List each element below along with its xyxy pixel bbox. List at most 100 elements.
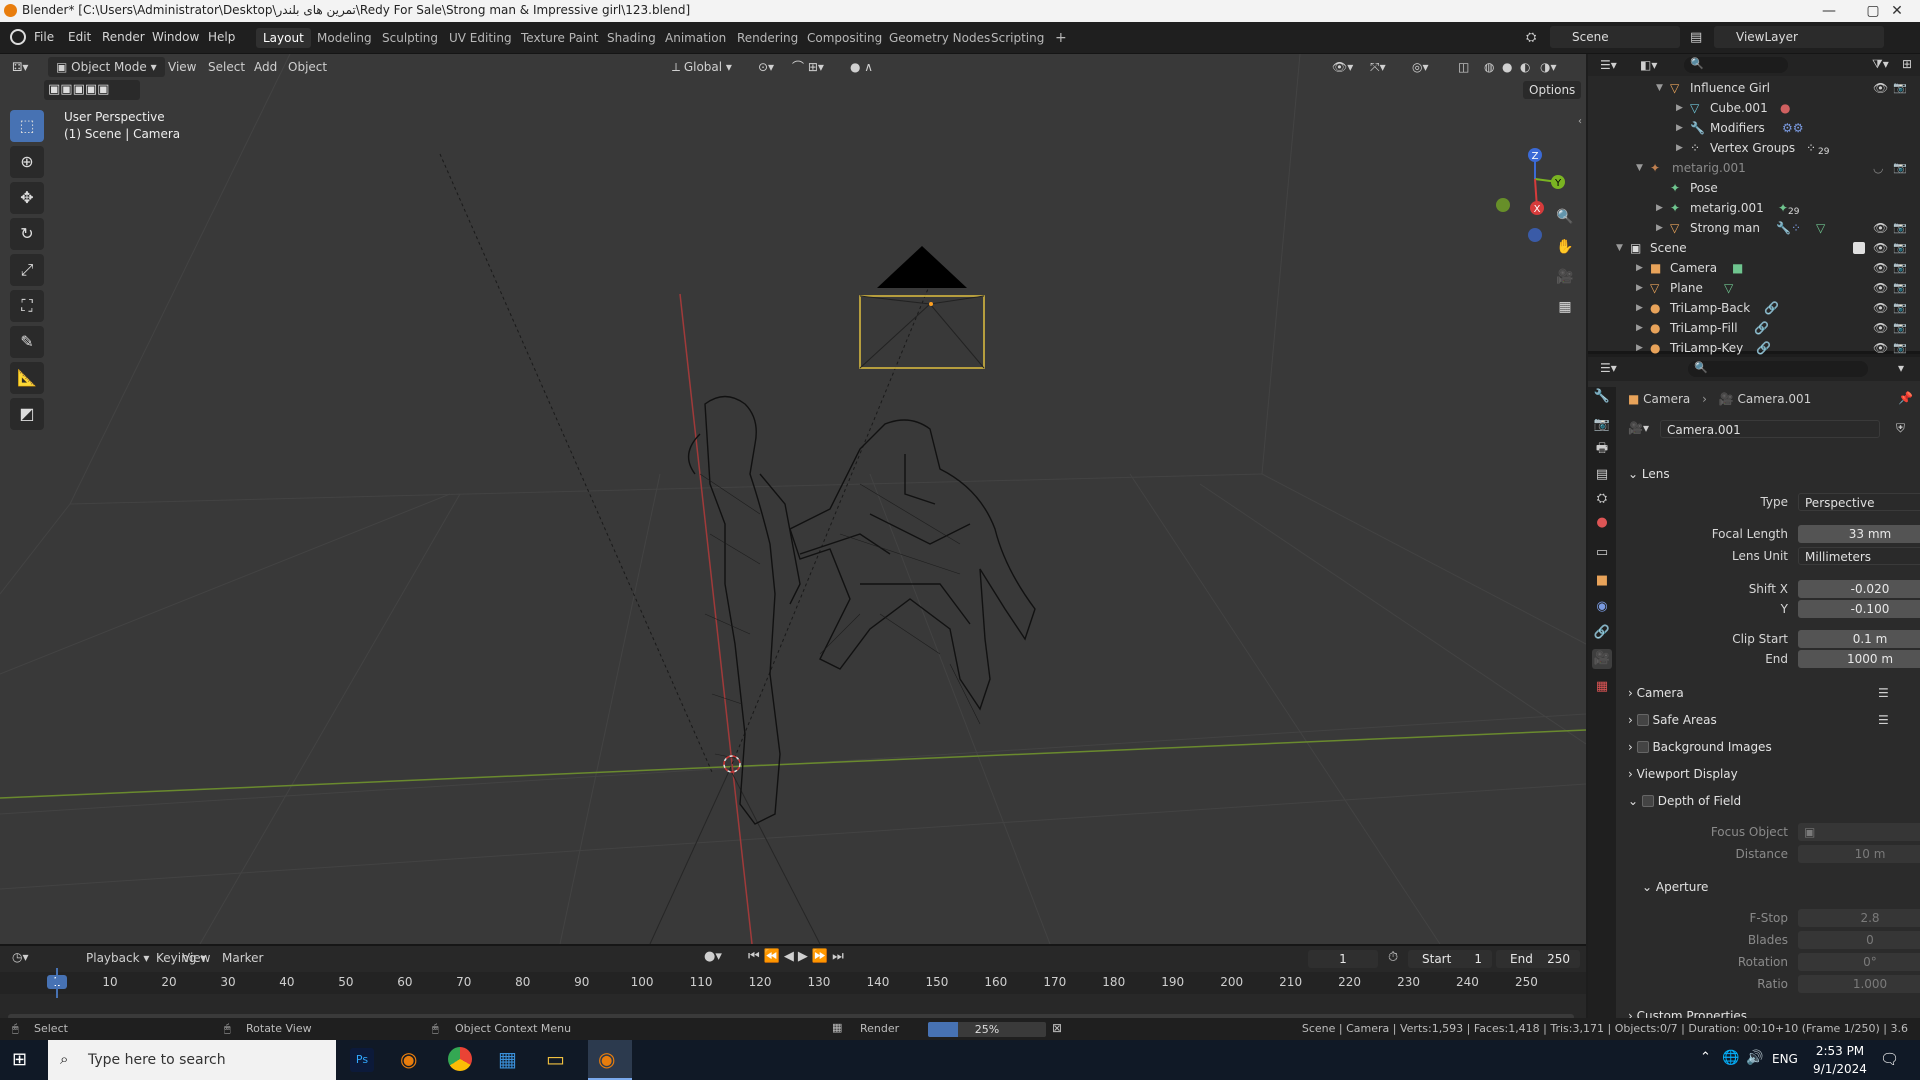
tab-compositing[interactable]: Compositing — [800, 28, 889, 48]
tab-rendering[interactable]: Rendering — [730, 28, 805, 48]
eye-hidden-icon[interactable]: ◡ — [1873, 158, 1883, 178]
eye-icon[interactable]: 👁 — [1873, 258, 1888, 278]
collection-checkbox[interactable] — [1853, 242, 1865, 254]
render-camera-icon[interactable]: 📷 — [1893, 78, 1907, 98]
collection-tab-icon[interactable]: ▭ — [1592, 543, 1612, 563]
display-mode-icon[interactable]: ◧▾ — [1640, 58, 1657, 72]
outliner-item-camera[interactable]: ▶ ■ Camera ■ 👁 📷 — [1588, 258, 1920, 278]
photoshop-app-icon[interactable]: Ps — [350, 1048, 374, 1072]
object-tab-icon[interactable]: ■ — [1592, 571, 1612, 591]
render-camera-icon[interactable]: 📷 — [1893, 258, 1907, 278]
filter-icon[interactable]: ⧩▾ — [1872, 57, 1889, 72]
3d-viewport[interactable]: ⚃▾ ▣ Object Mode ▾ View Select Add Objec… — [0, 54, 1586, 944]
taskbar-search-box[interactable]: ⌕ Type here to search — [48, 1040, 336, 1080]
clip-start-field[interactable]: 0.1 m — [1798, 630, 1920, 648]
viewport-menu-select[interactable]: Select — [208, 57, 245, 77]
add-workspace-button[interactable]: + — [1048, 28, 1074, 48]
viewport-display-section-header[interactable]: › Viewport Display — [1628, 763, 1738, 785]
outliner-editor-icon[interactable]: ☰▾ — [1600, 58, 1617, 72]
start-frame-field[interactable]: Start 1 — [1408, 950, 1492, 968]
overlay-toggle-icon[interactable]: ◎▾ — [1412, 57, 1429, 77]
mode-selector[interactable]: ▣ Object Mode ▾ — [48, 57, 165, 77]
outliner-item-trilamp-fill[interactable]: ▶ ● TriLamp-Fill 🔗 👁 📷 — [1588, 318, 1920, 338]
view-layer-tab-icon[interactable]: ▤ — [1592, 465, 1612, 485]
viewport-menu-view[interactable]: View — [168, 57, 196, 77]
render-camera-icon[interactable]: 📷 — [1893, 158, 1907, 178]
fake-user-shield-icon[interactable]: ⛨ — [1896, 421, 1905, 436]
end-frame-field[interactable]: End 250 — [1496, 950, 1580, 968]
blender-app-icon[interactable]: ◉ — [400, 1047, 417, 1071]
ortho-toggle-icon[interactable]: ▦ — [1552, 294, 1578, 320]
tab-geometry-nodes[interactable]: Geometry Nodes — [882, 28, 997, 48]
menu-help[interactable]: Help — [208, 30, 235, 44]
viewport-menu-add[interactable]: Add — [254, 57, 277, 77]
properties-options-icon[interactable]: ▾ — [1898, 361, 1904, 375]
background-images-checkbox[interactable] — [1636, 741, 1649, 753]
tab-texture-paint[interactable]: Texture Paint — [514, 28, 605, 48]
shift-y-field[interactable]: -0.100 — [1798, 600, 1920, 618]
render-camera-icon[interactable]: 📷 — [1893, 298, 1907, 318]
tab-animation[interactable]: Animation — [658, 28, 733, 48]
tab-sculpting[interactable]: Sculpting — [375, 28, 445, 48]
solid-shading-icon[interactable]: ● — [1502, 57, 1512, 77]
eye-icon[interactable]: 👁 — [1873, 238, 1888, 258]
wireframe-shading-icon[interactable]: ◍ — [1484, 57, 1494, 77]
expand-arrow-icon[interactable]: ▶ — [1676, 98, 1683, 118]
eye-icon[interactable]: 👁 — [1873, 298, 1888, 318]
proportional-edit-icon[interactable]: ● ∧ — [850, 57, 873, 77]
outliner-item-plane[interactable]: ▶ ▽ Plane ▽ 👁 📷 — [1588, 278, 1920, 298]
menu-edit[interactable]: Edit — [68, 30, 91, 44]
viewport-menu-object[interactable]: Object — [288, 57, 327, 77]
eye-icon[interactable]: 👁 — [1873, 218, 1888, 238]
outliner-search-input[interactable]: 🔍 — [1684, 57, 1788, 73]
fstop-field[interactable]: 2.8 — [1798, 909, 1920, 927]
auto-keying-icon[interactable]: ●▾ — [704, 949, 722, 964]
lens-unit-dropdown[interactable]: Millimeters▾ — [1798, 547, 1920, 565]
collapse-arrow-icon[interactable]: ▼ — [1616, 238, 1623, 258]
expand-arrow-icon[interactable]: ▶ — [1636, 338, 1643, 358]
add-cube-tool-icon[interactable]: ◩ — [10, 398, 44, 430]
scene-selector[interactable]: Scene — [1550, 26, 1680, 48]
timeline-editor[interactable]: ◷▾ Playback ▾ Keying ▾ View Marker ●▾ ⏮⏪… — [0, 944, 1586, 1026]
cancel-render-icon[interactable]: ⊠ — [1052, 1021, 1062, 1035]
rotation-field[interactable]: 0° — [1798, 953, 1920, 971]
cursor-tool-icon[interactable]: ⊕ — [10, 146, 44, 178]
camera-data-tab-icon[interactable]: 🎥 — [1592, 649, 1612, 669]
camera-view-icon[interactable]: 🎥 — [1552, 264, 1578, 290]
collapse-arrow-icon[interactable]: ▼ — [1636, 158, 1643, 178]
safe-areas-checkbox[interactable] — [1636, 714, 1649, 726]
menu-render[interactable]: Render — [102, 30, 145, 44]
clip-end-field[interactable]: 1000 m — [1798, 650, 1920, 668]
transform-orientation-select[interactable]: ⟂ Global ▾ — [672, 57, 732, 77]
shift-x-field[interactable]: -0.020 — [1798, 580, 1920, 598]
measure-tool-icon[interactable]: 📐 — [10, 362, 44, 394]
blender-menu-icon[interactable] — [10, 29, 26, 45]
ratio-field[interactable]: 1.000 — [1798, 975, 1920, 993]
preset-list-icon[interactable]: ☰ — [1878, 713, 1889, 727]
minimize-button[interactable]: — — [1806, 0, 1852, 22]
select-box-tool-icon[interactable]: ⬚ — [10, 110, 44, 142]
visibility-icon[interactable]: 👁▾ — [1332, 57, 1353, 77]
clock-time[interactable]: 2:53 PM — [1814, 1044, 1866, 1058]
expand-arrow-icon[interactable]: ▶ — [1636, 278, 1643, 298]
focal-length-field[interactable]: 33 mm — [1798, 525, 1920, 543]
notifications-icon[interactable]: 🗨 — [1880, 1050, 1899, 1068]
expand-arrow-icon[interactable]: ▶ — [1636, 318, 1643, 338]
current-frame-field[interactable]: 1 — [1308, 950, 1378, 968]
render-camera-icon[interactable]: 📷 — [1893, 218, 1907, 238]
view-layer-selector[interactable]: ViewLayer — [1714, 26, 1884, 48]
clock-date[interactable]: 9/1/2024 — [1810, 1062, 1870, 1076]
outliner-item-influence-girl[interactable]: ▼ ▽ Influence Girl 👁 📷 — [1588, 78, 1920, 98]
lens-type-dropdown[interactable]: Perspective▾ — [1798, 493, 1920, 511]
material-shading-icon[interactable]: ◐ — [1520, 57, 1530, 77]
move-tool-icon[interactable]: ✥ — [10, 182, 44, 214]
preset-list-icon[interactable]: ☰ — [1878, 686, 1889, 700]
datablock-icon[interactable]: 🎥▾ — [1628, 421, 1649, 435]
physics-tab-icon[interactable]: ◉ — [1592, 597, 1612, 617]
pan-hand-icon[interactable]: ✋ — [1552, 234, 1578, 260]
stopwatch-icon[interactable]: ⏱ — [1388, 950, 1398, 965]
frame-ruler[interactable]: 1102030405060708090100110120130140150160… — [0, 972, 1586, 994]
file-explorer-app-icon[interactable]: ▭ — [546, 1047, 565, 1071]
eye-icon[interactable]: 👁 — [1873, 278, 1888, 298]
outliner-item-scene-collection[interactable]: ▼ ▣ Scene 👁 📷 — [1588, 238, 1920, 258]
